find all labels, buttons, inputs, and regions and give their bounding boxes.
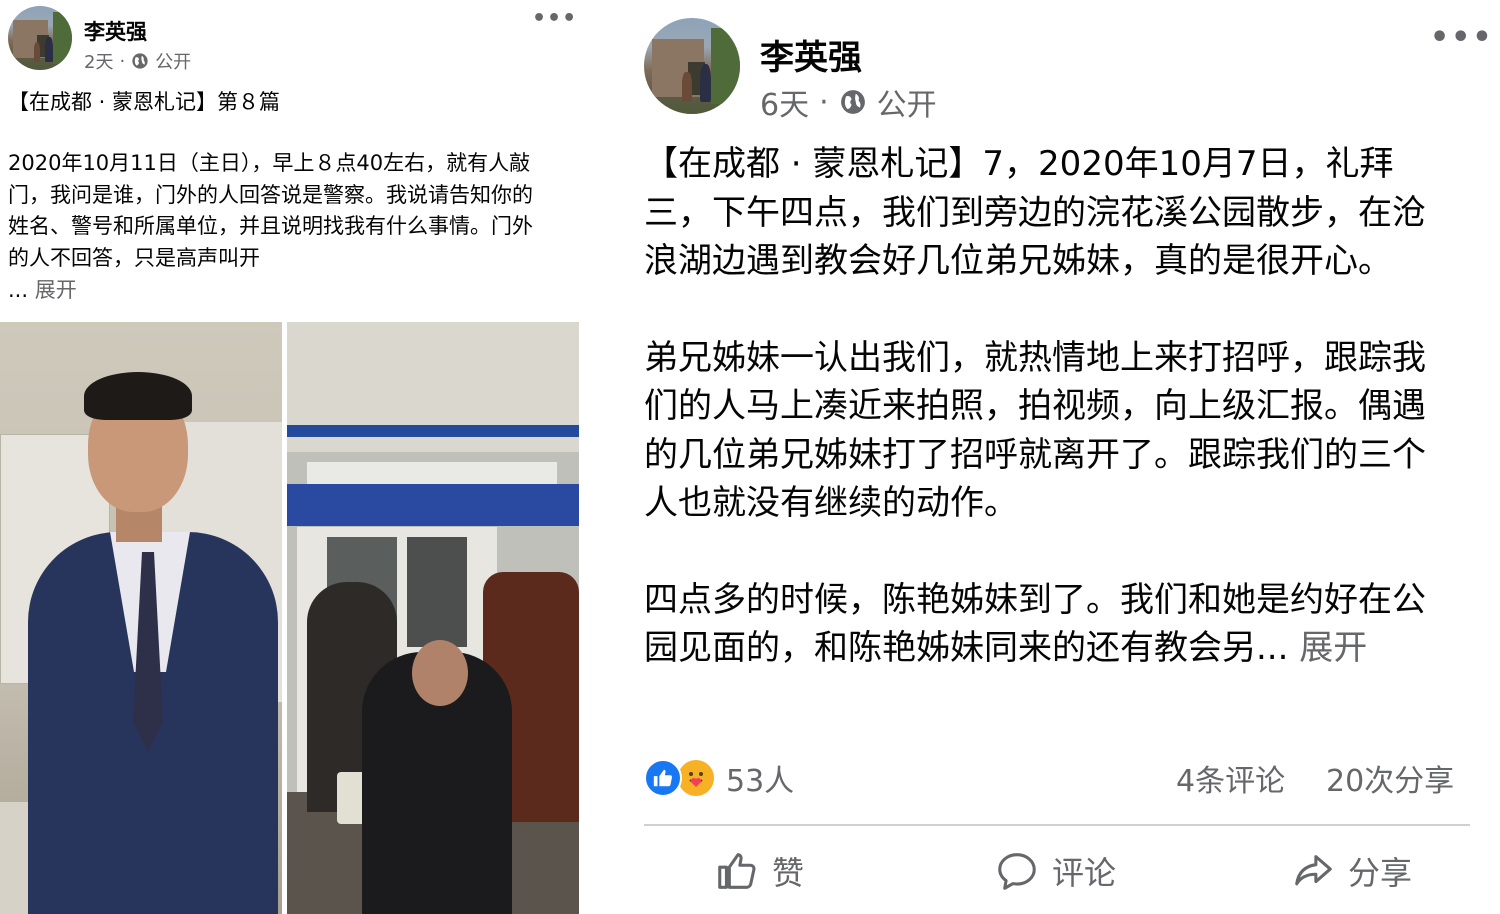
post-audience: 公开 [876, 88, 937, 123]
reactions-summary[interactable]: 53人 [644, 756, 794, 800]
share-label: 分享 [1348, 854, 1413, 892]
meta-separator: · [819, 84, 829, 120]
expand-link[interactable]: 展开 [35, 278, 77, 302]
more-horizontal-icon[interactable]: ••• [532, 6, 577, 31]
share-button[interactable]: 分享 [1290, 848, 1412, 894]
post-body: 2020年10月11日（主日），早上８点40左右，就有人敲门，我问是谁，门外的人… [8, 151, 533, 270]
like-reaction-icon [644, 759, 682, 797]
post-paragraph: 【在成都 · 蒙恩札记】7，2020年10月7日，礼拜三，下午四点，我们到旁边的… [644, 144, 1426, 281]
post-photo-man-in-suit[interactable] [0, 322, 282, 914]
globe-icon [840, 90, 865, 114]
divider [644, 824, 1470, 826]
post-photo-doorway[interactable] [287, 322, 579, 914]
reactions-count[interactable]: 53人 [726, 756, 794, 800]
like-button[interactable]: 赞 [714, 848, 804, 894]
author-name[interactable]: 李英强 [760, 30, 862, 79]
shares-count[interactable]: 20次分享 [1326, 756, 1454, 800]
post-meta: 2天 · 公开 [84, 48, 191, 74]
care-reaction-icon [676, 758, 716, 798]
globe-icon [132, 53, 148, 69]
expand-row: ... 展开 [8, 274, 77, 304]
post-paragraph-truncated: 四点多的时候，陈艳姊妹到了。我们和她是约好在公园见面的，和陈艳姊妹同来的还有教会… [644, 576, 1449, 673]
ellipsis: ... [8, 278, 29, 302]
post-audience: 公开 [155, 52, 192, 73]
post-paragraph: 弟兄姊妹一认出我们，就热情地上来打招呼，跟踪我们的人马上凑近来拍照，拍视频，向上… [644, 337, 1426, 524]
author-name[interactable]: 李英强 [84, 16, 147, 46]
expand-link[interactable]: 展开 [1299, 628, 1367, 668]
comments-count[interactable]: 4条评论 [1176, 756, 1285, 800]
author-avatar[interactable] [644, 18, 740, 114]
like-label: 赞 [772, 854, 805, 892]
post-time[interactable]: 2天 [84, 48, 113, 74]
post-card-right: 李英强 6天 · 公开 ••• 【在成都 · 蒙恩札记】7，2020年10月7日… [600, 0, 1500, 914]
post-heading: 【在成都 · 蒙恩札记】第８篇 [8, 90, 281, 114]
post-card-left: 李英强 2天 · 公开 ••• 【在成都 · 蒙恩札记】第８篇 2020年10月… [0, 0, 590, 914]
meta-separator: · [119, 50, 126, 72]
post-body: 【在成都 · 蒙恩札记】7，2020年10月7日，礼拜三，下午四点，我们到旁边的… [644, 140, 1449, 673]
more-horizontal-icon[interactable]: ••• [1430, 20, 1494, 55]
screenshot-composite: 李英强 2天 · 公开 ••• 【在成都 · 蒙恩札记】第８篇 2020年10月… [0, 0, 1500, 914]
share-arrow-icon [1295, 855, 1332, 886]
comment-label: 评论 [1052, 854, 1117, 892]
comment-bubble-icon [998, 853, 1036, 890]
post-meta: 6天 · 公开 [760, 80, 937, 124]
author-avatar[interactable] [8, 6, 72, 70]
thumbs-up-icon [718, 853, 756, 889]
post-time[interactable]: 6天 [760, 80, 809, 124]
comment-button[interactable]: 评论 [994, 848, 1116, 894]
